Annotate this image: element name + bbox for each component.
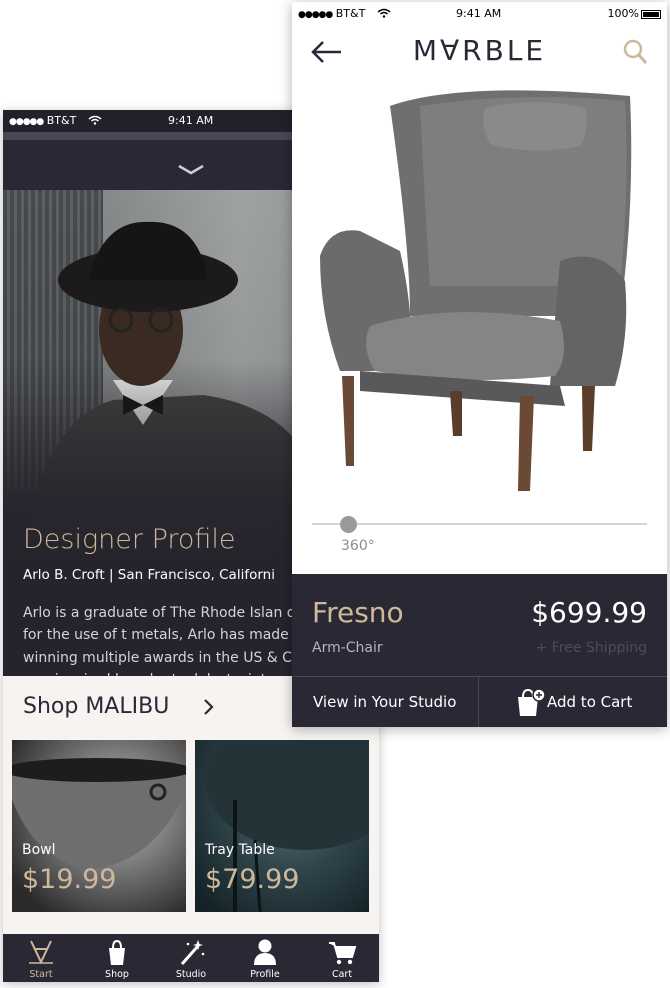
- user-icon: [254, 939, 276, 965]
- product-category: Arm-Chair: [312, 640, 383, 656]
- armchair-image: [320, 90, 632, 491]
- product-name: Bowl: [22, 842, 56, 858]
- product-price: $19.99: [22, 864, 117, 895]
- signal-icon: ●●●●●: [9, 117, 44, 127]
- carrier: ●●●●● BT&T: [298, 7, 391, 20]
- designer-title: Designer Profile: [23, 524, 236, 555]
- magic-wand-icon: [180, 940, 205, 965]
- tab-label: Cart: [331, 969, 353, 980]
- carrier: ●●●●● BT&T: [9, 114, 102, 127]
- tab-label: Start: [29, 969, 53, 980]
- add-to-cart-label: Add to Cart: [547, 693, 633, 711]
- rotation-slider-track[interactable]: [312, 523, 647, 525]
- action-buttons: View in Your Studio Add to Cart: [292, 676, 667, 727]
- battery-icon: [641, 9, 661, 19]
- rotation-label: 360°: [341, 538, 375, 554]
- battery: 100%: [608, 7, 661, 20]
- view-in-studio-button[interactable]: View in Your Studio: [292, 677, 479, 727]
- search-icon[interactable]: [622, 38, 648, 66]
- product-price: $79.99: [205, 864, 300, 895]
- shipping-note: + Free Shipping: [535, 640, 647, 656]
- add-to-bag-icon: [518, 688, 546, 716]
- status-bar: ●●●●● BT&T 9:41 AM 100%: [292, 2, 667, 24]
- product-detail-screen: ●●●●● BT&T 9:41 AM 100% M∀RBLE 360° Fres…: [292, 2, 667, 727]
- designer-subtitle: Arlo B. Croft | San Francisco, Californi: [23, 567, 275, 583]
- tab-cart[interactable]: Cart: [312, 934, 372, 982]
- wifi-icon: [88, 115, 102, 125]
- tab-profile[interactable]: Profile: [235, 934, 295, 982]
- brand-logo: M∀RBLE: [412, 34, 547, 67]
- product-card-tray-table[interactable]: Tray Table $79.99: [195, 740, 369, 912]
- cart-icon: [329, 942, 357, 965]
- tab-start[interactable]: Start: [11, 934, 71, 982]
- status-time: 9:41 AM: [168, 114, 214, 127]
- tab-bar: Start Shop Studio Profile Cart: [3, 934, 379, 982]
- product-name: Tray Table: [205, 842, 275, 858]
- rotation-slider-knob[interactable]: [340, 516, 358, 533]
- tab-studio[interactable]: Studio: [161, 934, 221, 982]
- tab-label: Shop: [105, 969, 129, 980]
- chevron-down-icon[interactable]: [176, 160, 206, 180]
- shopping-bag-icon: [109, 939, 125, 965]
- product-info-panel: Fresno Arm-Chair $699.99 + Free Shipping…: [292, 574, 667, 727]
- product-name: Fresno: [312, 596, 404, 629]
- tab-label: Studio: [175, 969, 207, 980]
- marble-logo-icon: [29, 940, 53, 965]
- add-to-cart-button[interactable]: Add to Cart: [480, 677, 667, 727]
- shop-label: Shop MALIBU: [23, 694, 170, 719]
- product-card-bowl[interactable]: Bowl $19.99: [12, 740, 186, 912]
- product-price: $699.99: [531, 596, 647, 629]
- status-time: 9:41 AM: [456, 7, 502, 20]
- tab-label: Profile: [250, 969, 280, 980]
- chevron-right-icon: [204, 699, 214, 715]
- tab-shop[interactable]: Shop: [87, 934, 147, 982]
- signal-icon: ●●●●●: [298, 10, 333, 20]
- wifi-icon: [377, 8, 391, 18]
